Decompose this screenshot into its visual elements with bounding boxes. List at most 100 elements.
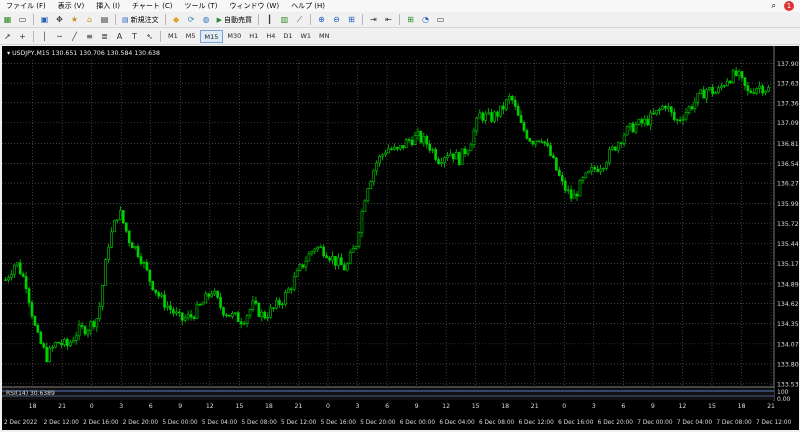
candle-body <box>248 309 252 316</box>
candle-body <box>269 307 272 318</box>
bar-chart-icon[interactable]: ┃ <box>263 14 276 26</box>
arrows-icon[interactable]: ➴ <box>143 31 156 43</box>
candle-body <box>619 142 623 144</box>
x-date-label: 5 Dec 04:00 <box>202 420 238 426</box>
text-tool-button[interactable]: A <box>113 31 126 43</box>
menu-item-1[interactable]: 表示 (V) <box>52 1 90 11</box>
candle-body <box>667 106 670 109</box>
profiles-icon[interactable]: ▭ <box>16 14 29 26</box>
candle-body <box>230 313 234 317</box>
autoscroll-icon[interactable]: ⇥ <box>367 14 380 26</box>
chart-area[interactable]: 137.905 137.635 137.365 137.095 136.810 136.5… <box>2 46 800 430</box>
candle-body <box>71 340 75 343</box>
label-tool-icon[interactable]: T <box>128 31 141 43</box>
candle-body <box>254 300 258 304</box>
new-chart-icon[interactable]: ▦ <box>1 14 14 26</box>
x-tick-label: 18 <box>738 403 746 410</box>
candle-body <box>404 139 408 149</box>
candle-body <box>95 318 99 328</box>
candle-body <box>216 290 219 298</box>
timeframe-MN[interactable]: MN <box>315 30 333 41</box>
candle-body <box>198 304 202 306</box>
candlestick-icon[interactable]: ▥ <box>278 14 291 26</box>
indicators-icon[interactable]: ⊞ <box>404 14 417 26</box>
candle-body <box>148 269 152 282</box>
candle-body <box>602 168 605 170</box>
candle-body <box>163 294 166 308</box>
timeframe-H1[interactable]: H1 <box>245 30 262 41</box>
candle-body <box>133 246 137 249</box>
candle-body <box>222 307 225 316</box>
timeframe-M30[interactable]: M30 <box>223 30 245 41</box>
candle-body <box>752 92 756 94</box>
candle-body <box>699 89 703 94</box>
line-chart-icon[interactable]: ⟋ <box>293 14 306 26</box>
candle-body <box>387 148 390 154</box>
zoom-in-icon[interactable]: ⊕ <box>315 14 328 26</box>
candle-body <box>39 331 43 344</box>
market-watch-icon[interactable]: ▣ <box>38 14 51 26</box>
notification-badge[interactable]: 1 <box>784 1 794 11</box>
channel-icon[interactable]: ≡ <box>83 31 96 43</box>
candle-body <box>272 307 275 309</box>
vertical-line-icon[interactable]: │ <box>38 31 51 43</box>
crosshair-icon[interactable]: + <box>16 31 29 43</box>
candle-body <box>661 105 664 110</box>
data-window-icon[interactable]: ✥ <box>53 14 66 26</box>
menu-item-2[interactable]: 挿入 (I) <box>90 1 126 11</box>
timeframe-M5[interactable]: M5 <box>182 30 200 41</box>
autotrade-button[interactable]: ▶ 自動売買 <box>214 14 255 26</box>
x-tick-label: 15 <box>708 403 716 410</box>
candle-body <box>717 87 720 93</box>
globe-icon[interactable]: ◍ <box>200 14 213 26</box>
candle-body <box>640 119 644 124</box>
menu-item-5[interactable]: ウィンドウ (W) <box>223 1 285 11</box>
candle-body <box>375 162 379 172</box>
candle-body <box>611 146 614 150</box>
timeframe-H4[interactable]: H4 <box>262 30 279 41</box>
x-tick-label: 21 <box>58 403 66 410</box>
price-chart[interactable]: 137.905 137.635 137.365 137.095 136.810 136.5… <box>2 46 800 430</box>
menu-item-4[interactable]: ツール (T) <box>178 1 223 11</box>
menu-item-3[interactable]: チャート (C) <box>126 1 179 11</box>
menu-item-0[interactable]: ファイル (F) <box>0 1 52 11</box>
templates-icon[interactable]: ▭ <box>434 14 447 26</box>
candle-body <box>127 230 131 243</box>
horizontal-line-icon[interactable]: ─ <box>53 31 66 43</box>
periods-icon[interactable]: ◔ <box>419 14 432 26</box>
menu-item-6[interactable]: ヘルプ (H) <box>285 1 331 11</box>
navigator-icon[interactable]: ★ <box>68 14 81 26</box>
tile-windows-icon[interactable]: ⊞ <box>345 14 358 26</box>
rsi-panel <box>2 388 774 400</box>
candle-body <box>761 85 764 94</box>
terminal-icon[interactable]: ⌂ <box>83 14 96 26</box>
timeframe-W1[interactable]: W1 <box>296 30 315 41</box>
y-tick-label: 137.635 <box>777 81 799 88</box>
candle-body <box>177 311 181 314</box>
timeframe-M15[interactable]: M15 <box>199 30 224 43</box>
candle-body <box>472 130 476 146</box>
trend-line-icon[interactable]: ╱ <box>68 31 81 43</box>
candle-body <box>425 136 429 145</box>
chart-shift-icon[interactable]: ⇤ <box>382 14 395 26</box>
candle-body <box>119 210 122 221</box>
tester-icon[interactable]: ▤ <box>98 14 111 26</box>
fibonacci-icon[interactable]: ≣ <box>98 31 111 43</box>
timeframe-M1[interactable]: M1 <box>164 30 182 41</box>
zoom-out-icon[interactable]: ⊖ <box>330 14 343 26</box>
candle-body <box>628 123 632 128</box>
cursor-icon[interactable]: ➚ <box>1 31 14 43</box>
candle-body <box>463 148 467 155</box>
new-order-button[interactable]: ▤ 新規注文 <box>119 14 162 26</box>
metaeditor-icon[interactable]: ◆ <box>170 14 183 26</box>
candle-body <box>183 317 187 321</box>
refresh-icon[interactable]: ⟳ <box>185 14 198 26</box>
candle-body <box>540 141 544 143</box>
timeframe-D1[interactable]: D1 <box>279 30 296 41</box>
new-order-icon: ▤ <box>122 15 129 24</box>
candle-body <box>531 141 535 145</box>
search-icon[interactable]: ⌕ <box>772 1 776 11</box>
candle-body <box>740 71 744 78</box>
y-tick-label: 134.625 <box>777 301 799 308</box>
candle-body <box>263 311 267 319</box>
